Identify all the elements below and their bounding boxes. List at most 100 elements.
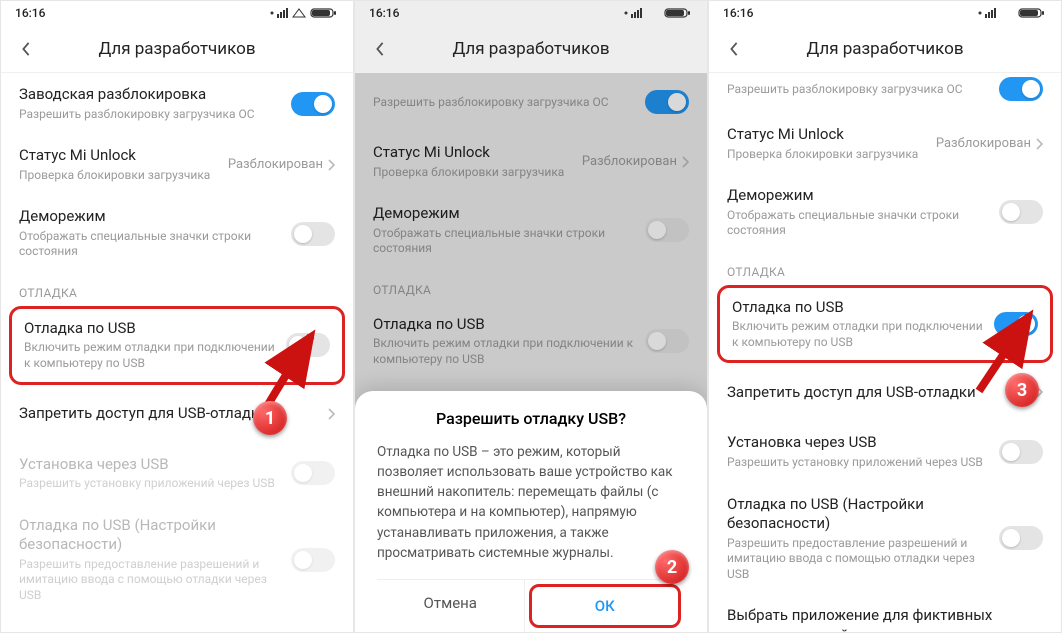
dialog-allow-usb-debug: Разрешить отладку USB? Отладка по USB – … xyxy=(355,391,707,633)
status-icons xyxy=(269,7,339,19)
chevron-left-icon xyxy=(373,42,387,56)
status-time: 16:16 xyxy=(369,6,399,20)
item-title: Деморежим xyxy=(373,204,635,224)
item-subtitle: Разрешить установку приложений через USB xyxy=(19,476,281,492)
item-subtitle: Отображать специальные значки строки сос… xyxy=(373,226,635,257)
item-demo-mode[interactable]: Деморежим Отображать специальные значки … xyxy=(709,174,1061,251)
header: Для разработчиков xyxy=(1,25,353,73)
header: Для разработчиков xyxy=(355,25,707,73)
toggle-demo[interactable] xyxy=(291,222,335,246)
chevron-left-icon xyxy=(727,42,741,56)
item-mi-unlock[interactable]: Статус Mi Unlock Проверка блокировки заг… xyxy=(709,113,1061,174)
item-title: Деморежим xyxy=(727,186,989,206)
item-title: Статус Mi Unlock xyxy=(373,143,572,163)
item-title: Запретить доступ для USB-отладки xyxy=(727,383,1025,403)
item-subtitle: Включить режим отладки при подключении к… xyxy=(373,336,635,367)
highlight-usb-debug-on: Отладка по USB Включить режим отладки пр… xyxy=(717,285,1053,364)
item-mock-location[interactable]: Выбрать приложение для фиктивных xyxy=(1,615,353,633)
status-icons xyxy=(623,7,693,19)
screen-1: 16:16 Для разработчиков Заводская разбло… xyxy=(0,0,354,633)
item-subtitle: Разрешить установку приложений через USB xyxy=(727,455,989,471)
item-title: Статус Mi Unlock xyxy=(727,125,926,145)
content: Разрешить разблокировку загрузчика ОС Ст… xyxy=(709,73,1061,633)
item-subtitle: Проверка блокировки загрузчика xyxy=(727,147,926,163)
content: Заводская разблокировка Разрешить разбло… xyxy=(1,73,353,633)
back-button[interactable] xyxy=(365,42,395,56)
status-time: 16:16 xyxy=(723,6,753,20)
back-button[interactable] xyxy=(719,42,749,56)
item-title: Отладка по USB (Настройки безопасности) xyxy=(19,516,281,555)
item-subtitle: Отображать специальные значки строки сос… xyxy=(727,208,989,239)
item-value: Разблокирован xyxy=(228,157,323,172)
item-mi-unlock[interactable]: Статус Mi Unlock Проверка блокировки заг… xyxy=(1,134,353,195)
chevron-right-icon xyxy=(327,408,335,420)
item-title: Установка через USB xyxy=(727,433,989,453)
item-subtitle: Отображать специальные значки строки сос… xyxy=(19,229,281,260)
item-value: Разблокирован xyxy=(582,154,677,169)
item-subtitle: Разрешить предоставление разрешений и им… xyxy=(19,557,281,604)
item-usb-security[interactable]: Отладка по USB (Настройки безопасности) … xyxy=(1,504,353,616)
toggle-usb-security[interactable] xyxy=(999,526,1043,550)
screen-3: 16:16 Для разработчиков Разрешить разбло… xyxy=(708,0,1062,633)
item-revoke[interactable]: Запретить доступ для USB-отладки xyxy=(1,385,353,443)
highlight-usb-debug: Отладка по USB Включить режим отладки пр… xyxy=(9,306,345,385)
item-usb-security[interactable]: Отладка по USB (Настройки безопасности) … xyxy=(709,483,1061,595)
item-demo-mode[interactable]: Деморежим Отображать специальные значки … xyxy=(1,195,353,272)
toggle-usb-security[interactable] xyxy=(291,548,335,572)
item-title: Статус Mi Unlock xyxy=(19,146,218,166)
item-install-usb[interactable]: Установка через USB Разрешить установку … xyxy=(1,443,353,504)
toggle-factory-unlock[interactable] xyxy=(999,77,1043,101)
item-title: Деморежим xyxy=(19,207,281,227)
screen-2: 16:16 Для разработчиков Разрешить разбло… xyxy=(354,0,708,633)
item-title: Отладка по USB xyxy=(373,315,635,335)
item-title: Выбрать приложение для фиктивных местопо… xyxy=(727,606,1043,633)
toggle-install-usb[interactable] xyxy=(291,461,335,485)
step-badge-2: 2 xyxy=(655,550,689,584)
item-subtitle: Включить режим отладки при подключении к… xyxy=(732,319,984,350)
section-debug: ОТЛАДКА xyxy=(709,251,1061,285)
toggle-usb-debug[interactable] xyxy=(994,312,1038,336)
chevron-left-icon xyxy=(19,42,33,56)
item-subtitle: Разрешить разблокировку загрузчика ОС xyxy=(727,82,989,98)
status-time: 16:16 xyxy=(15,6,45,20)
item-install-usb[interactable]: Установка через USB Разрешить установку … xyxy=(709,421,1061,482)
status-icons xyxy=(977,7,1047,19)
back-button[interactable] xyxy=(11,42,41,56)
item-factory-unlock[interactable]: Разрешить разблокировку загрузчика ОС xyxy=(709,73,1061,113)
item-subtitle: Разрешить предоставление разрешений и им… xyxy=(727,536,989,583)
page-title: Для разработчиков xyxy=(1,39,353,59)
header: Для разработчиков xyxy=(709,25,1061,73)
item-usb-debug[interactable]: Отладка по USB Включить режим отладки пр… xyxy=(726,292,1044,357)
item-factory-unlock[interactable]: Заводская разблокировка Разрешить разбло… xyxy=(1,73,353,134)
status-bar: 16:16 xyxy=(1,1,353,25)
dialog-body: Отладка по USB – это режим, который позв… xyxy=(377,442,685,564)
toggle-install-usb[interactable] xyxy=(999,440,1043,464)
item-subtitle: Включить режим отладки при подключении к… xyxy=(24,340,276,371)
dialog-title: Разрешить отладку USB? xyxy=(377,409,685,428)
dialog-cancel-button[interactable]: Отмена xyxy=(377,580,525,632)
item-subtitle: Проверка блокировки загрузчика xyxy=(373,165,572,181)
item-factory-unlock: Разрешить разблокировку загрузчика ОС xyxy=(355,73,707,131)
dialog-ok-button[interactable]: ОК xyxy=(529,584,682,628)
chevron-right-icon xyxy=(681,156,689,168)
item-usb-debug: Отладка по USB Включить режим отладки пр… xyxy=(355,303,707,380)
item-usb-debug[interactable]: Отладка по USB Включить режим отладки пр… xyxy=(18,313,336,378)
toggle-usb-debug xyxy=(645,329,689,353)
toggle-factory-unlock[interactable] xyxy=(291,92,335,116)
section-debug: ОТЛАДКА xyxy=(1,272,353,306)
item-title: Установка через USB xyxy=(19,455,281,475)
item-subtitle: Разрешить разблокировку загрузчика ОС xyxy=(373,95,635,111)
toggle-demo[interactable] xyxy=(999,200,1043,224)
item-mock-location[interactable]: Выбрать приложение для фиктивных местопо… xyxy=(709,594,1061,633)
toggle-factory-unlock xyxy=(645,90,689,114)
section-debug: ОТЛАДКА xyxy=(355,269,707,303)
chevron-right-icon xyxy=(1035,138,1043,150)
step-badge-1: 1 xyxy=(253,401,287,435)
item-subtitle: Разрешить разблокировку загрузчика ОС xyxy=(19,107,281,123)
status-bar: 16:16 xyxy=(355,1,707,25)
item-title: Отладка по USB xyxy=(732,298,984,318)
page-title: Для разработчиков xyxy=(355,39,707,59)
step-badge-3: 3 xyxy=(1005,373,1039,407)
status-bar: 16:16 xyxy=(709,1,1061,25)
toggle-usb-debug[interactable] xyxy=(286,333,330,357)
